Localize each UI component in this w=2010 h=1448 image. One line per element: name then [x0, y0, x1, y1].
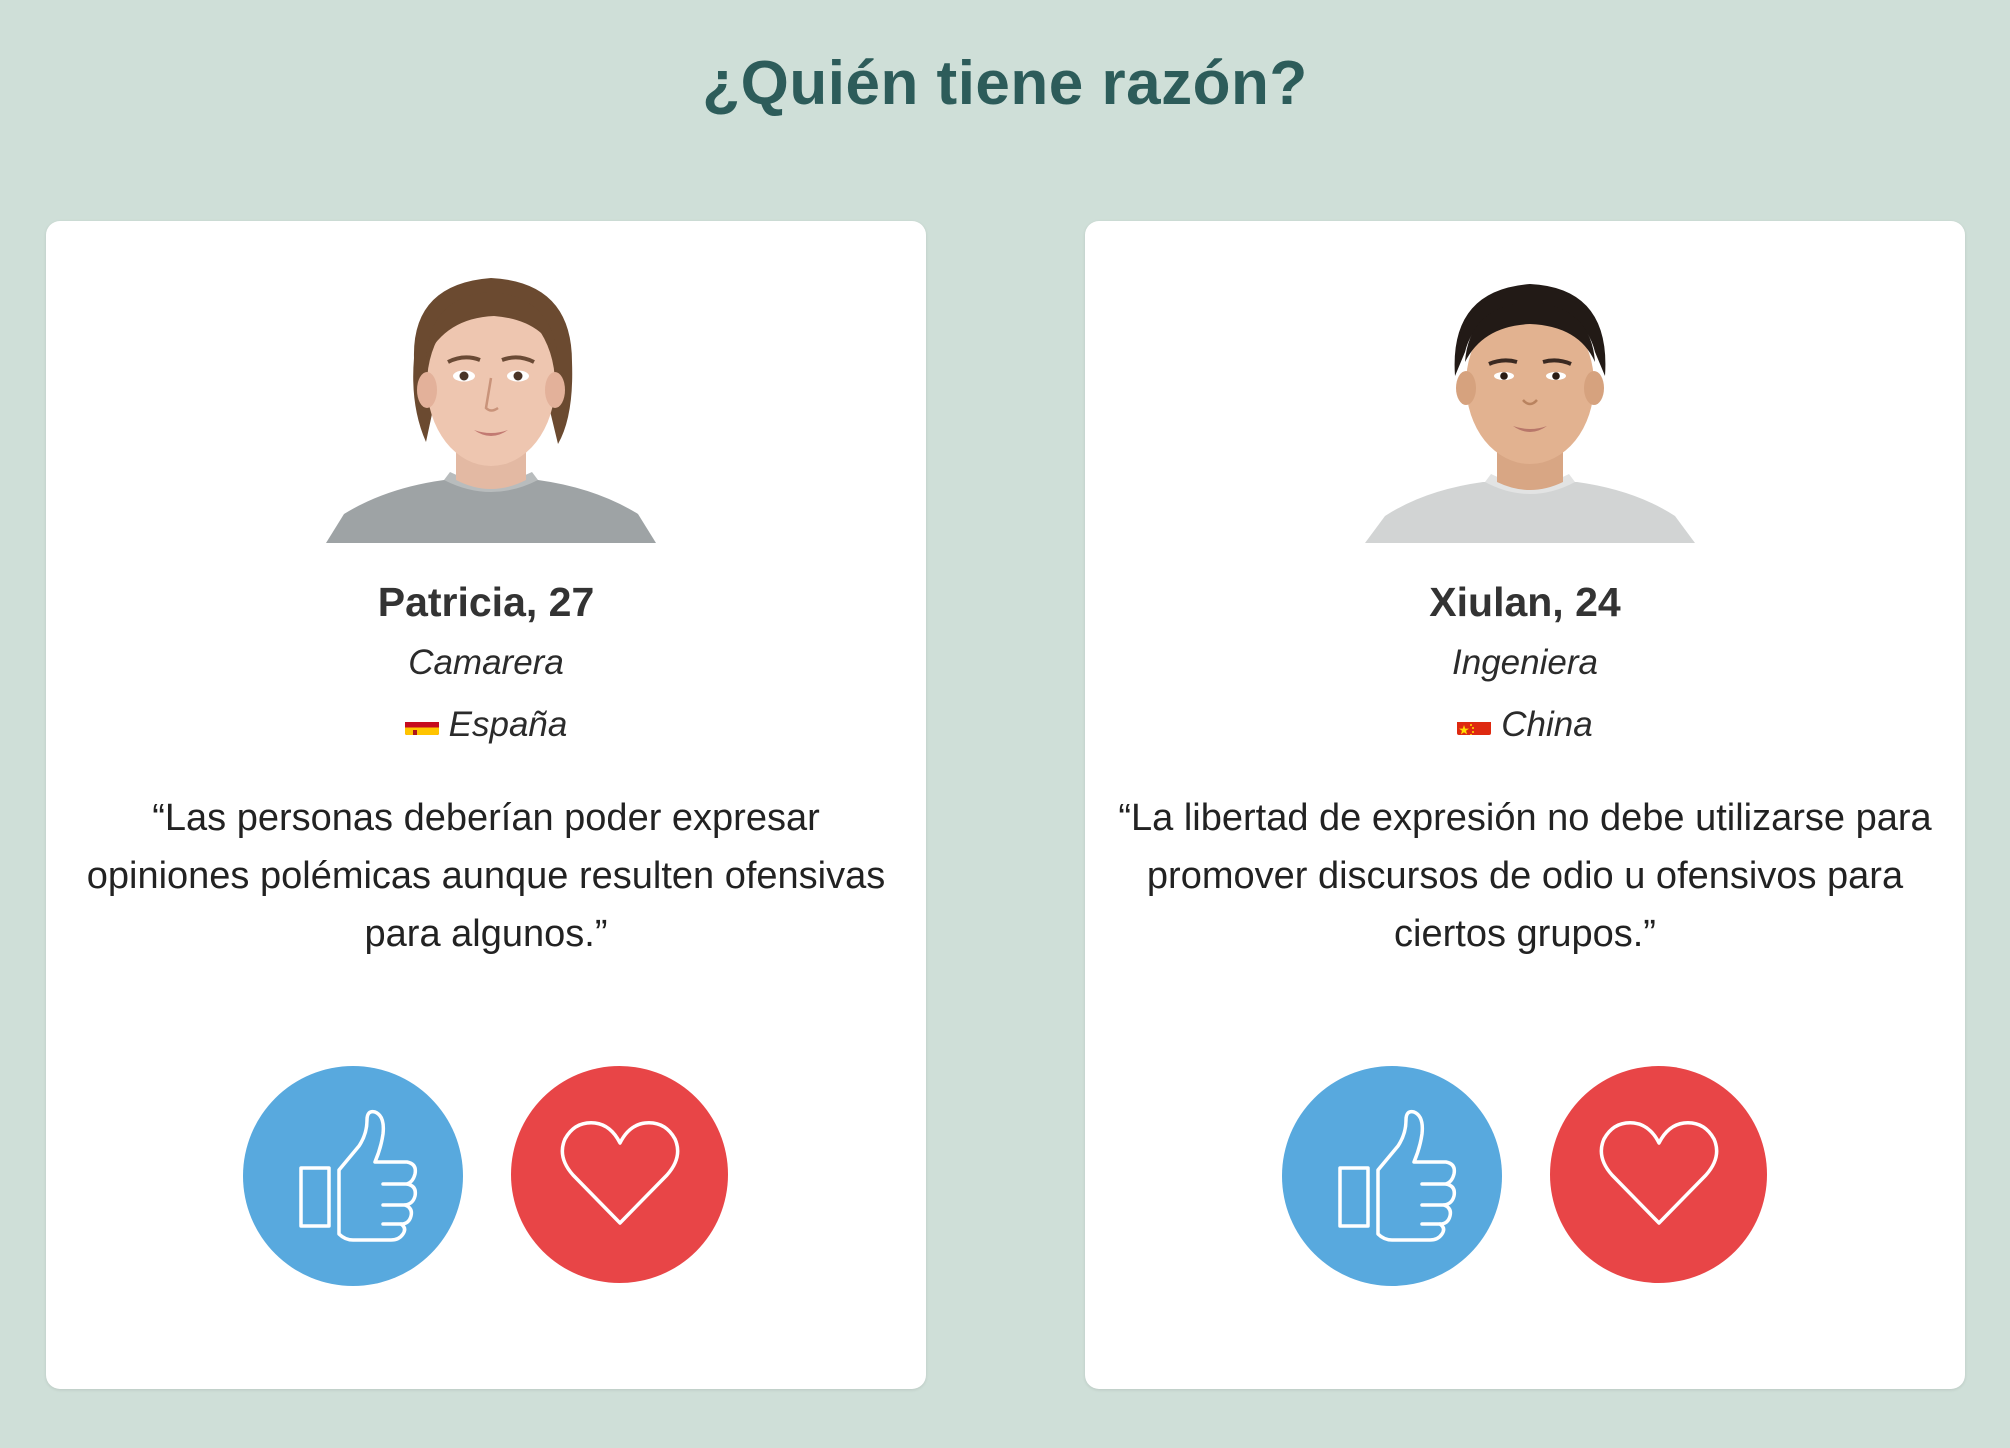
- like-button[interactable]: [1282, 1066, 1502, 1286]
- china-flag-icon: [1457, 713, 1492, 735]
- love-button[interactable]: [1550, 1066, 1767, 1283]
- love-button[interactable]: [511, 1066, 728, 1283]
- opinion-quote: “La libertad de expresión no debe utiliz…: [1118, 797, 1932, 955]
- like-button[interactable]: [243, 1066, 463, 1286]
- person-name: Xiulan, 24: [1429, 579, 1621, 625]
- person-country: España: [46, 705, 926, 745]
- country-name: China: [1501, 705, 1593, 744]
- opinion-quote: “Las personas deberían poder expresar op…: [86, 797, 886, 955]
- portrait-photo: [1365, 266, 1695, 543]
- person-country: China: [1085, 705, 1965, 745]
- heart-icon: [1594, 1115, 1724, 1235]
- opinion-card-xiulan: Xiulan, 24 Ingeniera China “La libertad …: [1085, 221, 1965, 1389]
- person-name: Patricia, 27: [377, 579, 595, 625]
- thumbs-up-icon: [283, 1106, 423, 1246]
- thumbs-up-icon: [1322, 1106, 1462, 1246]
- heart-icon: [555, 1115, 685, 1235]
- person-occupation: Ingeniera: [1452, 643, 1598, 682]
- portrait-photo: [326, 266, 656, 543]
- spain-flag-icon: [404, 713, 439, 735]
- person-occupation: Camarera: [408, 643, 564, 682]
- opinion-card-patricia: Patricia, 27 Camarera España “Las person…: [46, 221, 926, 1389]
- country-name: España: [448, 705, 568, 744]
- page-title: ¿Quién tiene razón?: [702, 49, 1308, 118]
